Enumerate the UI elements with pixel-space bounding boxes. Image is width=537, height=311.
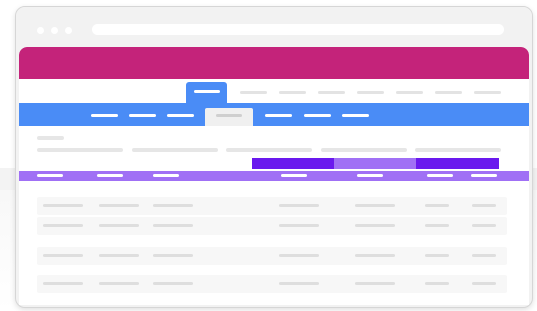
table-cell	[425, 254, 449, 257]
table-row[interactable]	[37, 217, 507, 235]
top-nav-item[interactable]	[240, 91, 267, 94]
top-nav-item[interactable]	[279, 91, 306, 94]
page-content	[19, 47, 529, 305]
top-nav-item[interactable]	[357, 91, 384, 94]
filter-field[interactable]	[132, 148, 218, 152]
table-cell	[43, 282, 83, 285]
sub-nav-item[interactable]	[304, 114, 331, 117]
sub-nav-item[interactable]	[91, 114, 118, 117]
group-header[interactable]	[252, 158, 334, 169]
table-cell	[472, 224, 496, 227]
table-cell	[153, 254, 193, 257]
table-cell	[99, 204, 139, 207]
address-bar[interactable]	[92, 24, 504, 35]
table-cell	[279, 254, 319, 257]
toolbar-label	[37, 136, 64, 140]
column-header[interactable]	[153, 174, 179, 177]
column-header[interactable]	[357, 174, 383, 177]
table-cell	[472, 282, 496, 285]
table-cell	[99, 254, 139, 257]
column-header[interactable]	[281, 174, 307, 177]
top-nav	[19, 79, 529, 101]
top-nav-item[interactable]	[396, 91, 423, 94]
table-cell	[279, 224, 319, 227]
top-nav-item[interactable]	[474, 91, 501, 94]
sub-nav-item[interactable]	[342, 114, 369, 117]
table-cell	[279, 282, 319, 285]
sub-nav	[19, 103, 529, 126]
table-cell	[99, 282, 139, 285]
column-header[interactable]	[427, 174, 453, 177]
browser-window	[15, 6, 533, 308]
table-row[interactable]	[37, 247, 507, 265]
table-cell	[43, 254, 83, 257]
column-header-row	[19, 171, 529, 181]
table-cell	[153, 204, 193, 207]
sub-nav-active-label	[216, 114, 242, 117]
column-header[interactable]	[37, 174, 63, 177]
table-cell	[355, 204, 395, 207]
table-cell	[472, 204, 496, 207]
table-cell	[153, 282, 193, 285]
table-cell	[43, 204, 83, 207]
filter-field[interactable]	[415, 148, 501, 152]
filter-field[interactable]	[226, 148, 312, 152]
sub-nav-item[interactable]	[265, 114, 292, 117]
table-cell	[355, 282, 395, 285]
group-header[interactable]	[416, 158, 499, 169]
browser-titlebar	[16, 7, 532, 47]
table-cell	[153, 224, 193, 227]
table-cell	[43, 224, 83, 227]
filter-field[interactable]	[37, 148, 123, 152]
hero-banner	[19, 47, 529, 79]
top-nav-active-label	[194, 90, 220, 93]
top-nav-tab-active[interactable]	[186, 82, 227, 104]
minimize-dot[interactable]	[51, 27, 58, 34]
table-cell	[99, 224, 139, 227]
top-nav-item[interactable]	[435, 91, 462, 94]
table-cell	[425, 224, 449, 227]
group-header[interactable]	[334, 158, 416, 169]
table-cell	[355, 254, 395, 257]
sub-nav-item[interactable]	[167, 114, 194, 117]
column-header[interactable]	[97, 174, 123, 177]
close-dot[interactable]	[37, 27, 44, 34]
table-cell	[472, 254, 496, 257]
column-header[interactable]	[471, 174, 497, 177]
table-row[interactable]	[37, 197, 507, 215]
table-cell	[425, 282, 449, 285]
sub-nav-tab-active[interactable]	[205, 108, 253, 126]
filter-field[interactable]	[321, 148, 407, 152]
table-cell	[355, 224, 395, 227]
table-row[interactable]	[37, 275, 507, 293]
sub-nav-item[interactable]	[129, 114, 156, 117]
top-nav-item[interactable]	[318, 91, 345, 94]
maximize-dot[interactable]	[65, 27, 72, 34]
table-cell	[279, 204, 319, 207]
table-cell	[425, 204, 449, 207]
